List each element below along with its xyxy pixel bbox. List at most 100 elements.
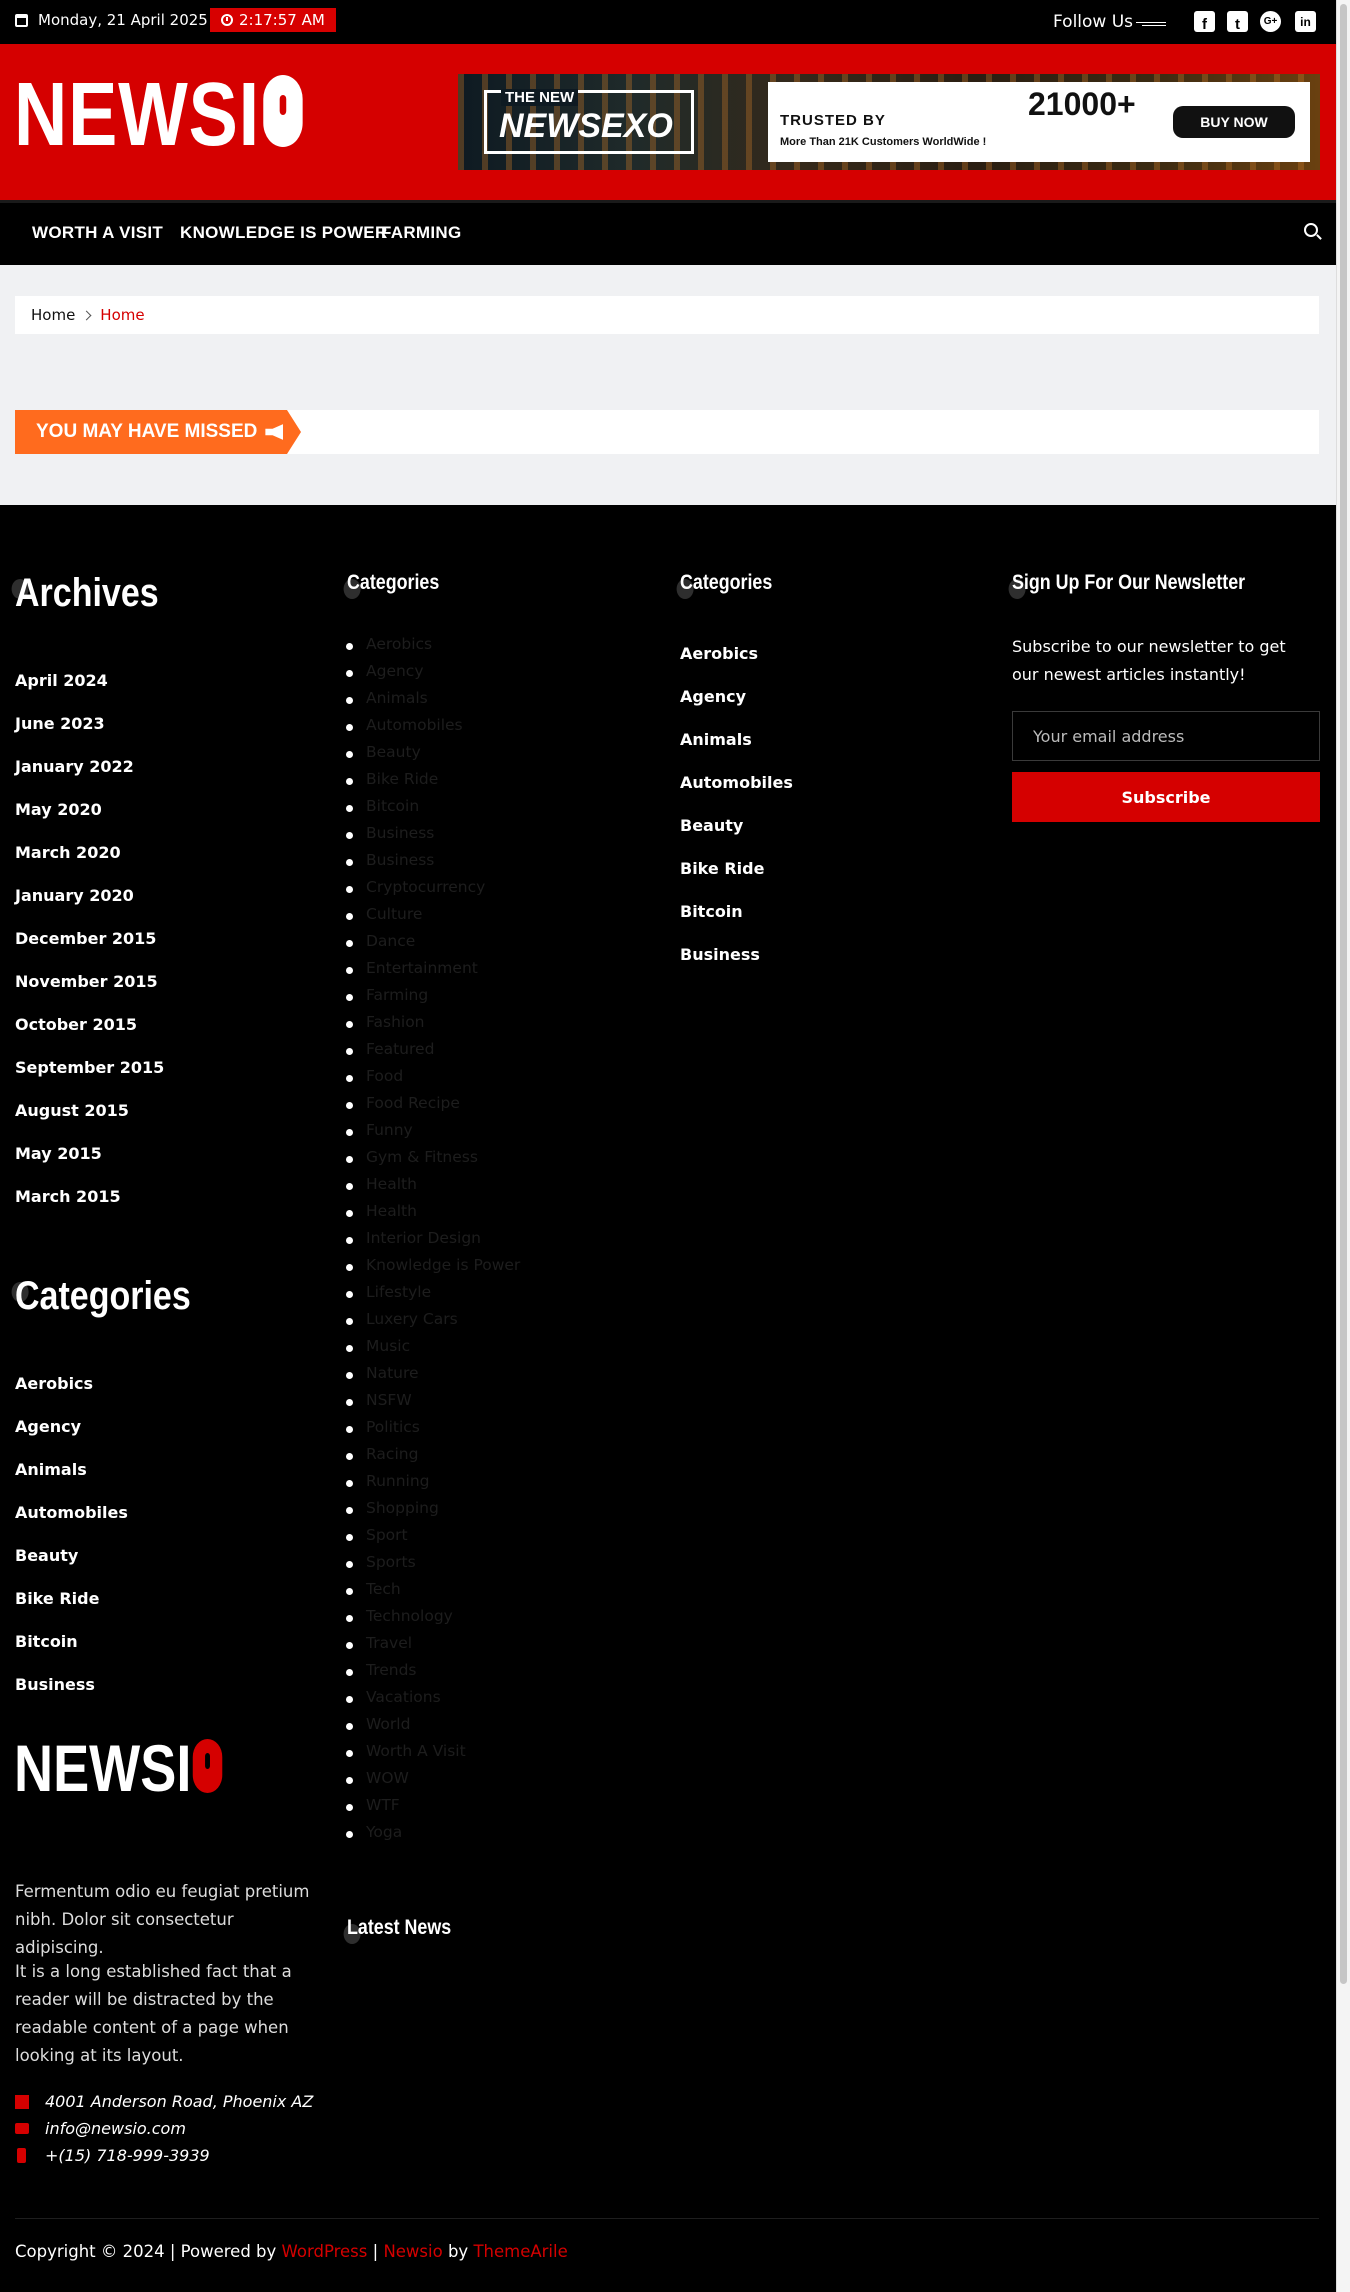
footer-logo[interactable]: NEWSI [14,1735,223,1801]
twitter-square-icon[interactable]: t [1227,11,1248,32]
header-ad-banner[interactable]: THE NEW NEWSEXO TRUSTED BY More Than 21K… [458,74,1320,170]
category-bullet-item[interactable]: Worth A Visit [346,1742,466,1760]
category-bullet-item[interactable]: Health [346,1175,417,1193]
category-bullet-item[interactable]: Politics [346,1418,420,1436]
category-bullet-item[interactable]: Sports [346,1553,416,1571]
category-bullet-item[interactable]: Beauty [346,743,421,761]
category-item[interactable]: Aerobics [680,644,758,663]
category-bullet-item[interactable]: Sport [346,1526,408,1544]
category-bullet-item[interactable]: Dance [345,932,415,950]
archive-item[interactable]: May 2020 [15,800,102,819]
category-bullet-item[interactable]: Knowledge is Power [345,1256,520,1274]
google-plus-icon[interactable]: G+ [1260,11,1281,32]
category-item[interactable]: Agency [680,687,746,706]
current-date: Monday, 21 April 2025 [15,11,208,29]
facebook-square-icon[interactable]: f [1194,11,1215,32]
category-bullet-item[interactable]: Bike Ride [345,770,438,788]
archive-item[interactable]: April 2024 [15,671,108,690]
category-item[interactable]: Bitcoin [680,902,743,921]
category-bullet-item[interactable]: Racing [345,1445,418,1463]
author-link[interactable]: ThemeArile [473,2242,567,2261]
category-bullet-item[interactable]: Yoga [345,1823,402,1841]
footer-email[interactable]: info@newsio.com [15,2119,186,2138]
phone-text: +(15) 718-999-3939 [45,2146,210,2165]
category-bullet-item[interactable]: Trends [346,1661,417,1679]
newsletter-email-input[interactable] [1012,711,1320,761]
archive-item[interactable]: March 2015 [15,1187,121,1206]
category-item[interactable]: Aerobics [15,1374,93,1393]
search-icon[interactable] [1304,223,1318,237]
archive-item[interactable]: January 2022 [15,757,134,776]
category-bullet-item[interactable]: Farming [345,986,428,1004]
category-bullet-item[interactable]: WTF [346,1796,400,1814]
category-bullet-item[interactable]: Running [346,1472,430,1490]
category-item[interactable]: Bike Ride [15,1589,99,1608]
category-bullet-item[interactable]: Vacations [346,1688,441,1706]
category-bullet-item[interactable]: World [345,1715,410,1733]
category-bullet-item[interactable]: Food Recipe [346,1094,460,1112]
category-item[interactable]: Business [15,1675,95,1694]
category-bullet-item[interactable]: Interior Design [346,1229,481,1247]
category-bullet-item[interactable]: Travel [345,1634,412,1652]
category-bullet-item[interactable]: Technology [346,1607,453,1625]
category-item[interactable]: Bike Ride [680,859,764,878]
category-bullet-item[interactable]: Luxery Cars [346,1310,458,1328]
category-bullet-item[interactable]: Tech [346,1580,401,1598]
category-item[interactable]: Bitcoin [15,1632,78,1651]
category-item[interactable]: Beauty [15,1546,78,1565]
subscribe-button[interactable]: Subscribe [1012,772,1320,822]
category-bullet-item[interactable]: Shopping [346,1499,439,1517]
category-bullet-item[interactable]: WOW [346,1769,409,1787]
category-bullet-item[interactable]: NSFW [346,1391,412,1409]
category-bullet-item[interactable]: Food [345,1067,403,1085]
category-bullet-item[interactable]: Fashion [346,1013,425,1031]
category-bullet-item[interactable]: Culture [345,905,422,923]
nav-item-worth-a-visit[interactable]: Worth A Visit [32,223,163,243]
category-bullet-item[interactable]: Automobiles [346,716,463,734]
category-item[interactable]: Animals [680,730,752,749]
category-bullet-item[interactable]: Business [345,824,434,842]
category-item[interactable]: Automobiles [15,1503,128,1522]
category-item[interactable]: Beauty [680,816,743,835]
archive-item[interactable]: January 2020 [15,886,134,905]
theme-link[interactable]: Newsio [383,2242,442,2261]
category-item[interactable]: Business [680,945,760,964]
archive-item[interactable]: October 2015 [15,1015,137,1034]
page-scrollbar[interactable] [1336,0,1350,2292]
category-bullet-item[interactable]: Business [345,851,434,869]
archive-item[interactable]: December 2015 [15,929,156,948]
archive-item[interactable]: September 2015 [15,1058,164,1077]
category-bullet-item[interactable]: Nature [346,1364,419,1382]
archive-item[interactable]: November 2015 [15,972,158,991]
category-bullet-item[interactable]: Agency [346,662,424,680]
category-bullet-item[interactable]: Animals [346,689,428,707]
category-bullet-item[interactable]: Cryptocurrency [345,878,485,896]
category-item[interactable]: Automobiles [680,773,793,792]
breadcrumb-home-link[interactable]: Home [31,306,75,324]
category-bullet-item[interactable]: Gym & Fitness [346,1148,478,1166]
copyright-prefix: Copyright © 2024 | Powered by [15,2242,282,2261]
category-item[interactable]: Animals [15,1460,87,1479]
nav-item-knowledge-is-power[interactable]: Knowledge is Power [180,223,388,243]
archive-item[interactable]: June 2023 [15,714,105,733]
category-bullet-item[interactable]: Lifestyle [345,1283,431,1301]
category-item[interactable]: Agency [15,1417,81,1436]
follow-divider [1136,22,1166,26]
archive-item[interactable]: March 2020 [15,843,121,862]
category-bullet-item[interactable]: Funny [346,1121,413,1139]
category-bullet-item[interactable]: Bitcoin [345,797,419,815]
scrollbar-thumb[interactable] [1340,4,1347,1984]
archive-item[interactable]: May 2015 [15,1144,102,1163]
footer-phone[interactable]: +(15) 718-999-3939 [15,2146,210,2165]
category-bullet-item[interactable]: Music [345,1337,410,1355]
nav-item-farming[interactable]: Farming [381,223,461,243]
category-bullet-item[interactable]: Featured [345,1040,434,1058]
category-bullet-item[interactable]: Aerobics [345,635,432,653]
category-bullet-item[interactable]: Entertainment [346,959,478,977]
site-logo[interactable]: NEWSI [14,70,303,160]
archive-item[interactable]: August 2015 [15,1101,129,1120]
wordpress-link[interactable]: WordPress [282,2242,368,2261]
ad-buy-now-button[interactable]: BUY NOW [1173,106,1295,138]
linkedin-icon[interactable]: in [1295,11,1316,32]
category-bullet-item[interactable]: Health [346,1202,417,1220]
